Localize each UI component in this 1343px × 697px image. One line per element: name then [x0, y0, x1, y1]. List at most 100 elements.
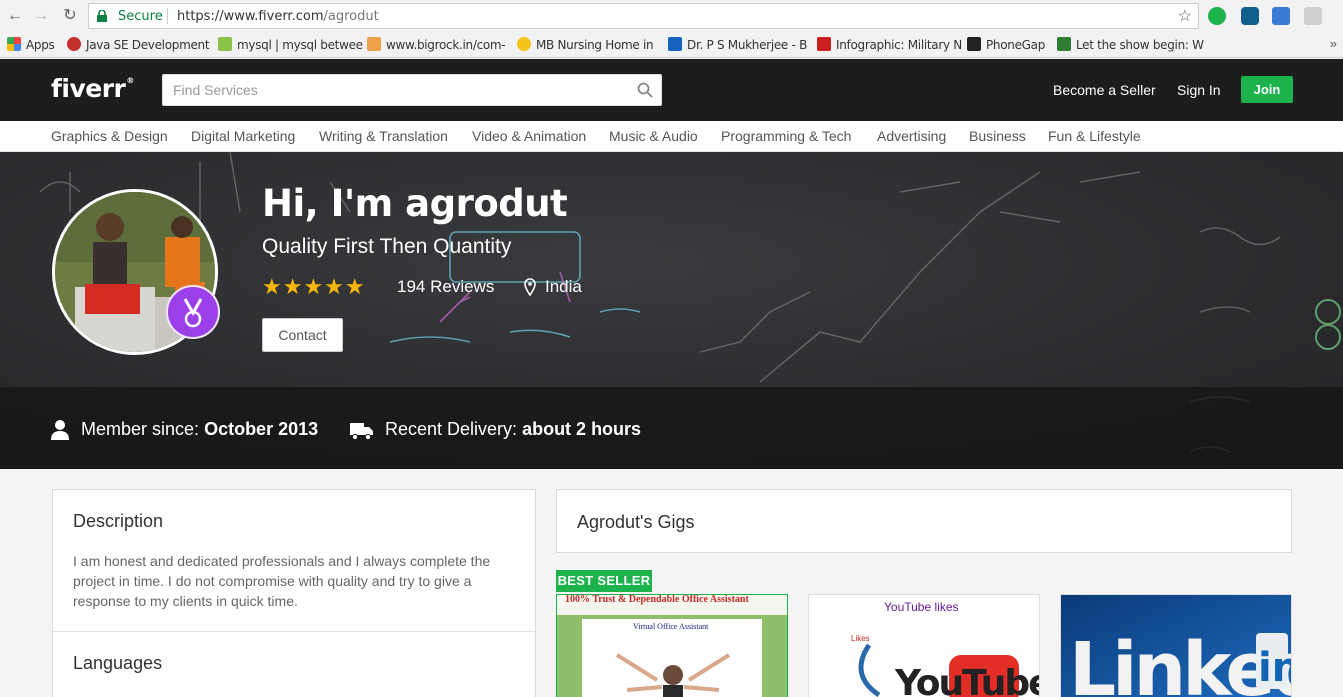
bookmark-apps[interactable]: Apps	[7, 37, 55, 52]
location-pin-icon	[524, 278, 536, 296]
category-video-animation[interactable]: Video & Animation	[472, 128, 586, 144]
contact-button[interactable]: Contact	[262, 318, 343, 352]
bookmark-label: www.bigrock.in/com-	[386, 38, 506, 52]
bookmark-mysql[interactable]: mysql | mysql betwee	[218, 37, 363, 52]
category-advertising[interactable]: Advertising	[877, 128, 946, 144]
category-writing-translation[interactable]: Writing & Translation	[319, 128, 448, 144]
bookmark-label: MB Nursing Home in	[536, 38, 654, 52]
description-text: I am honest and dedicated professionals …	[73, 553, 491, 609]
logo-text: fiverr	[51, 74, 126, 103]
gig-card-office-assistant[interactable]: 100% Trust & Dependable Office Assistant…	[556, 594, 788, 697]
gig-thumb-subtitle: Virtual Office Assistant	[633, 622, 709, 631]
bookmark-mb-nursing[interactable]: MB Nursing Home in	[517, 37, 654, 52]
medal-icon	[183, 298, 203, 328]
seller-country: India	[545, 277, 582, 296]
bookmark-star-icon[interactable]: ☆	[1178, 6, 1192, 26]
description-panel: Description I am honest and dedicated pr…	[52, 489, 536, 697]
bookmark-label: Dr. P S Mukherjee - B	[687, 38, 808, 52]
member-since: Member since: October 2013	[81, 419, 318, 440]
extension-screen-icon[interactable]	[1272, 7, 1290, 25]
medium-icon	[1057, 37, 1071, 51]
gig-thumb-title: 100% Trust & Dependable Office Assistant	[565, 595, 749, 605]
address-separator	[167, 8, 168, 24]
member-since-label: Member since:	[81, 419, 200, 439]
gig-thumb-subtitle: in	[1258, 645, 1292, 691]
phonegap-icon	[967, 37, 981, 51]
nursing-home-icon	[517, 37, 531, 51]
bookmark-show-begin[interactable]: Let the show begin: W	[1057, 37, 1204, 52]
browser-toolbar: ← → ↻ Secure https://www.fiverr.com/agro…	[0, 0, 1343, 32]
upwork-icon	[218, 37, 232, 51]
bookmark-label: PhoneGap	[986, 38, 1046, 52]
seller-greeting: Hi, I'm agrodut	[262, 182, 568, 225]
category-fun-lifestyle[interactable]: Fun & Lifestyle	[1048, 128, 1141, 144]
become-seller-link[interactable]: Become a Seller	[1053, 82, 1156, 98]
user-icon	[51, 420, 69, 440]
gig-card-youtube-likes[interactable]: YouTube likes Likes YouTube	[808, 594, 1040, 697]
gig-thumb-title: YouTube likes	[884, 600, 959, 614]
site-header: fiverr® Become a Seller Sign In Join	[0, 59, 1343, 121]
lock-icon	[97, 10, 107, 22]
gig-thumbnail: YouTube likes Likes YouTube	[809, 595, 1040, 697]
bookmark-bigrock[interactable]: www.bigrock.in/com-	[367, 37, 506, 52]
category-business[interactable]: Business	[969, 128, 1026, 144]
gig-thumbnail: Linked in	[1061, 595, 1292, 697]
apps-grid-icon	[7, 37, 21, 51]
search-input[interactable]	[163, 75, 623, 105]
url-path: /agrodut	[323, 9, 379, 24]
bookmark-dr-mukherjee[interactable]: Dr. P S Mukherjee - B	[668, 37, 807, 52]
practo-icon	[668, 37, 682, 51]
recent-delivery-value: about 2 hours	[522, 419, 642, 439]
bookmark-label: Let the show begin: W	[1076, 38, 1204, 52]
back-arrow-icon[interactable]: ←	[5, 6, 25, 26]
join-button[interactable]: Join	[1241, 76, 1293, 103]
url-text: https://www.fiverr.com/agrodut	[177, 9, 379, 24]
address-bar[interactable]: Secure https://www.fiverr.com/agrodut ☆	[88, 3, 1199, 29]
bookmark-phonegap[interactable]: PhoneGap	[967, 37, 1045, 52]
recent-delivery: Recent Delivery: about 2 hours	[385, 419, 641, 440]
logo-registered-mark: ®	[126, 76, 134, 85]
gigs-header-panel: Agrodut's Gigs	[556, 489, 1292, 553]
category-nav: Graphics & Design Digital Marketing Writ…	[0, 121, 1343, 152]
recent-delivery-label: Recent Delivery:	[385, 419, 518, 439]
gig-thumb-tag: Likes	[851, 634, 870, 643]
level-badge-icon	[166, 285, 220, 339]
gig-card-linkedin[interactable]: Linked in	[1060, 594, 1292, 697]
category-graphics-design[interactable]: Graphics & Design	[51, 128, 168, 144]
secure-label: Secure	[118, 9, 163, 24]
delivery-truck-icon	[350, 423, 373, 441]
bookmark-label: Apps	[26, 38, 55, 52]
reload-icon[interactable]: ↻	[60, 6, 80, 26]
category-music-audio[interactable]: Music & Audio	[609, 128, 698, 144]
reviews-link[interactable]: 194 Reviews	[397, 277, 494, 297]
bookmarks-bar: Apps Java SE Development mysql | mysql b…	[0, 32, 1343, 58]
bookmark-java[interactable]: Java SE Development	[67, 37, 210, 52]
rating-stars-icon: ★★★★★	[262, 274, 366, 299]
sign-in-link[interactable]: Sign In	[1177, 82, 1221, 98]
gigs-title: Agrodut's Gigs	[577, 512, 695, 532]
fiverr-logo[interactable]: fiverr®	[51, 74, 134, 103]
description-title: Description	[73, 511, 164, 531]
gig-thumb-logo: YouTube	[894, 663, 1040, 697]
search-box	[162, 74, 662, 106]
oracle-icon	[67, 37, 81, 51]
member-since-value: October 2013	[204, 419, 319, 439]
forward-arrow-icon[interactable]: →	[31, 6, 51, 26]
gig-thumbnail: 100% Trust & Dependable Office Assistant…	[557, 595, 787, 697]
profile-hero: Hi, I'm agrodut Quality First Then Quant…	[0, 152, 1343, 469]
url-host: https://www.fiverr.com	[177, 9, 324, 24]
extension-check-icon[interactable]	[1208, 7, 1226, 25]
extension-g-icon[interactable]	[1304, 7, 1322, 25]
search-icon[interactable]	[637, 82, 653, 98]
toi-icon	[817, 37, 831, 51]
languages-title: Languages	[73, 653, 163, 673]
more-bookmarks-icon[interactable]: »	[1330, 36, 1337, 51]
extension-cloud-icon[interactable]	[1241, 7, 1259, 25]
seller-tagline: Quality First Then Quantity	[262, 235, 512, 258]
category-digital-marketing[interactable]: Digital Marketing	[191, 128, 295, 144]
category-programming-tech[interactable]: Programming & Tech	[721, 128, 851, 144]
bigrock-icon	[367, 37, 381, 51]
bookmark-infographic[interactable]: Infographic: Military N	[817, 37, 962, 52]
panel-divider	[53, 631, 535, 632]
bookmark-label: mysql | mysql betwee	[237, 38, 363, 52]
